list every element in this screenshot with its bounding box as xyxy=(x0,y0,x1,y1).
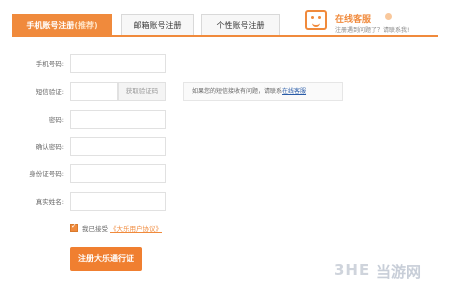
password-label: 密码: xyxy=(48,116,64,124)
id-number-label: 身份证号码: xyxy=(29,170,64,178)
agreement: 我已接受《大乐用户协议》 xyxy=(70,222,162,235)
id-number-row: 身份证号码: xyxy=(0,164,450,184)
password-row: 密码: xyxy=(0,110,450,130)
status-dot-icon xyxy=(385,13,392,20)
tab-custom-label: 个性账号注册 xyxy=(216,21,265,30)
real-name-label: 真实姓名: xyxy=(35,198,64,206)
confirm-password-label: 确认密码: xyxy=(35,143,64,151)
phone-label: 手机号码: xyxy=(35,60,64,68)
password-input[interactable] xyxy=(70,110,166,129)
service-title: 在线客服 xyxy=(335,15,372,25)
sms-label: 短信验证: xyxy=(35,88,64,96)
service-subtitle: 注册遇到问题了？请联系我! xyxy=(335,27,410,34)
watermark-logo: 3HE xyxy=(334,261,371,279)
confirm-password-input[interactable] xyxy=(70,137,166,156)
tab-phone-label: 手机账号注册 xyxy=(26,21,75,30)
support-face-icon xyxy=(305,10,327,30)
tab-email-register[interactable]: 邮箱账号注册 xyxy=(121,14,194,35)
tab-custom-register[interactable]: 个性账号注册 xyxy=(201,14,280,35)
confirm-password-row: 确认密码: xyxy=(0,137,450,157)
agree-text: 我已接受 xyxy=(82,225,108,233)
phone-input[interactable] xyxy=(70,54,166,73)
user-agreement-link[interactable]: 《大乐用户协议》 xyxy=(110,225,162,233)
real-name-input[interactable] xyxy=(70,192,166,211)
sms-hint-service-link[interactable]: 在线客服 xyxy=(282,88,306,95)
sms-code-input[interactable] xyxy=(70,82,118,101)
get-code-button[interactable]: 获取验证码 xyxy=(118,82,166,101)
tab-recommended-tag: (推荐) xyxy=(74,21,98,30)
online-service[interactable]: 在线客服 注册遇到问题了？请联系我! xyxy=(305,10,445,36)
tab-email-label: 邮箱账号注册 xyxy=(133,21,182,30)
register-submit-button[interactable]: 注册大乐通行证 xyxy=(70,247,142,271)
sms-row: 短信验证: 获取验证码 如果您的短信接收有问题，请联系在线客服 xyxy=(0,82,450,102)
tab-phone-register[interactable]: 手机账号注册(推荐) xyxy=(12,14,112,35)
watermark-text: 当游网 xyxy=(376,263,422,281)
sms-hint: 如果您的短信接收有问题，请联系在线客服 xyxy=(183,82,343,101)
real-name-row: 真实姓名: xyxy=(0,192,450,212)
agree-checkbox[interactable] xyxy=(70,222,78,232)
phone-row: 手机号码: xyxy=(0,54,450,74)
id-number-input[interactable] xyxy=(70,164,166,183)
sms-hint-text: 如果您的短信接收有问题，请联系 xyxy=(192,88,283,95)
watermark: 3HE 当游网 xyxy=(334,259,444,281)
